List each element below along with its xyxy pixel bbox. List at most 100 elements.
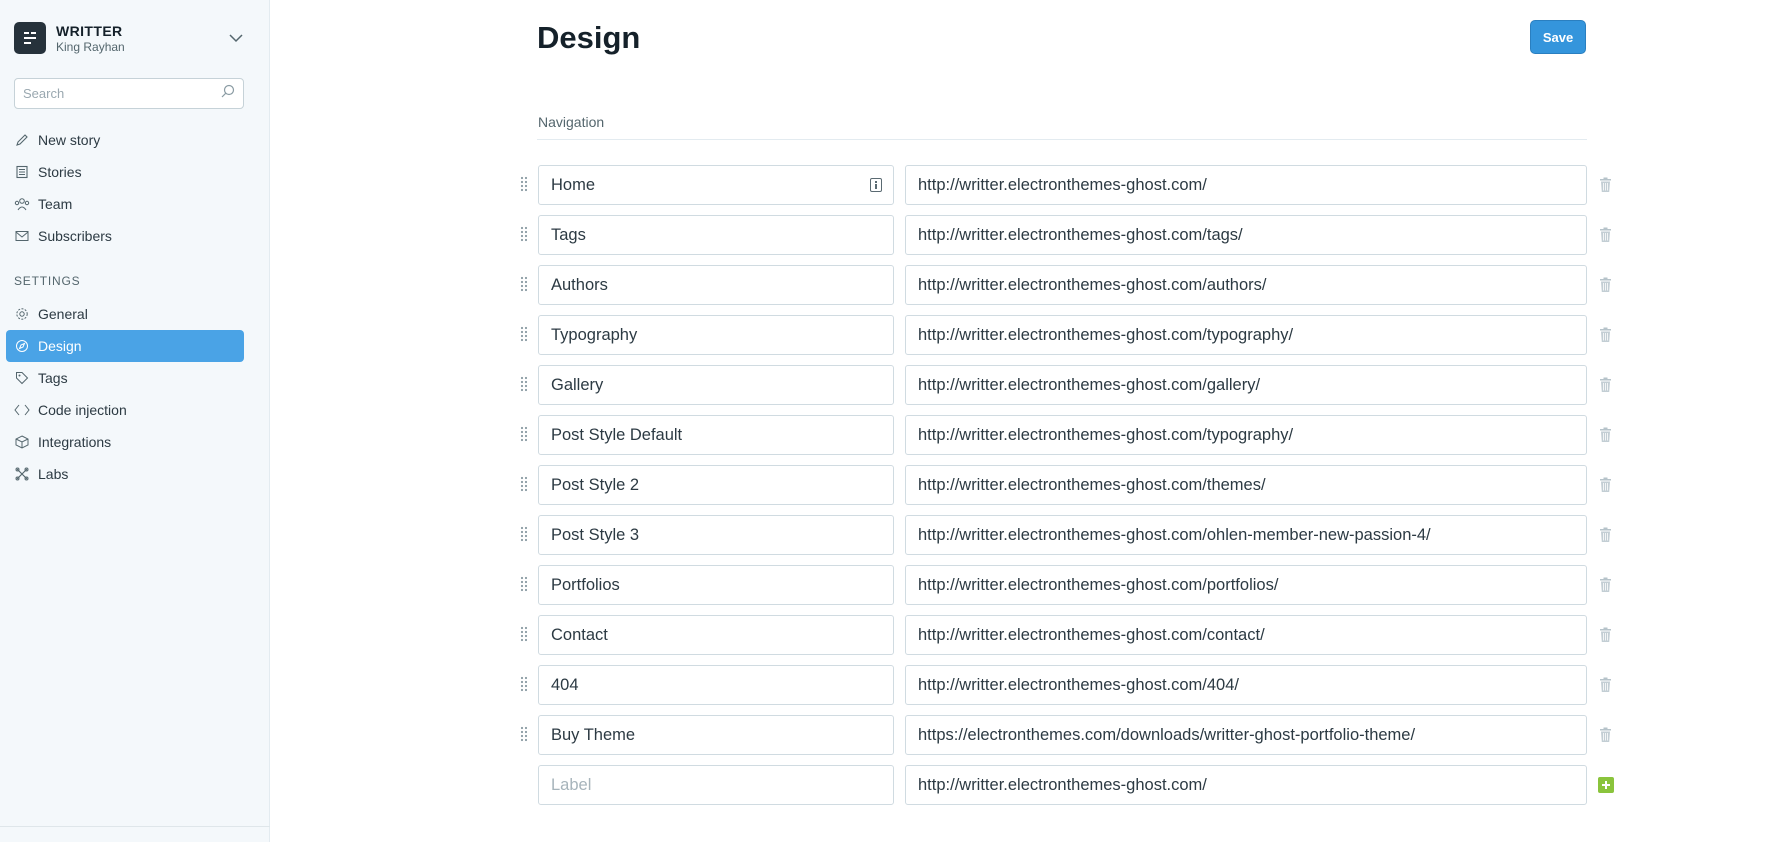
navigation-label-input[interactable] xyxy=(551,325,881,345)
navigation-label-input[interactable] xyxy=(551,575,881,595)
navigation-label-field[interactable] xyxy=(538,365,894,405)
pencil-icon xyxy=(14,132,30,148)
navigation-url-input[interactable] xyxy=(918,425,1574,445)
navigation-label-field[interactable] xyxy=(538,565,894,605)
navigation-url-input[interactable] xyxy=(918,475,1574,495)
navigation-url-field[interactable] xyxy=(905,265,1587,305)
new-url-field[interactable] xyxy=(905,765,1587,805)
trash-icon[interactable] xyxy=(1597,626,1613,644)
sidebar-item-new-story[interactable]: New story xyxy=(6,124,244,156)
navigation-url-field[interactable] xyxy=(905,615,1587,655)
navigation-url-field[interactable] xyxy=(905,715,1587,755)
trash-icon[interactable] xyxy=(1597,526,1613,544)
navigation-label-field[interactable] xyxy=(538,415,894,455)
trash-icon[interactable] xyxy=(1597,226,1613,244)
trash-icon[interactable] xyxy=(1597,426,1613,444)
navigation-url-input[interactable] xyxy=(918,375,1574,395)
navigation-label-input[interactable] xyxy=(551,275,881,295)
navigation-label-field[interactable] xyxy=(538,165,894,205)
navigation-url-field[interactable] xyxy=(905,215,1587,255)
navigation-url-input[interactable] xyxy=(918,575,1574,595)
drag-handle-icon[interactable] xyxy=(519,325,529,343)
trash-icon[interactable] xyxy=(1597,476,1613,494)
navigation-url-input[interactable] xyxy=(918,625,1574,645)
trash-icon[interactable] xyxy=(1597,726,1613,744)
trash-icon[interactable] xyxy=(1597,376,1613,394)
navigation-url-field[interactable] xyxy=(905,315,1587,355)
navigation-label-input[interactable] xyxy=(551,225,881,245)
navigation-label-field[interactable] xyxy=(538,315,894,355)
navigation-label-input[interactable] xyxy=(551,175,881,195)
sidebar-item-stories[interactable]: Stories xyxy=(6,156,244,188)
navigation-url-field[interactable] xyxy=(905,465,1587,505)
info-icon[interactable] xyxy=(870,178,884,194)
drag-handle-icon[interactable] xyxy=(519,275,529,293)
navigation-url-field[interactable] xyxy=(905,165,1587,205)
navigation-url-input[interactable] xyxy=(918,225,1574,245)
navigation-url-input[interactable] xyxy=(918,175,1574,195)
trash-icon[interactable] xyxy=(1597,176,1613,194)
navigation-label-input[interactable] xyxy=(551,625,881,645)
navigation-url-input[interactable] xyxy=(918,275,1574,295)
navigation-label-input[interactable] xyxy=(551,425,881,445)
drag-handle-icon[interactable] xyxy=(519,425,529,443)
navigation-url-input[interactable] xyxy=(918,675,1574,695)
navigation-label-input[interactable] xyxy=(551,675,881,695)
drag-handle-icon[interactable] xyxy=(519,625,529,643)
new-label-field[interactable] xyxy=(538,765,894,805)
navigation-label-input[interactable] xyxy=(551,725,881,745)
navigation-url-field[interactable] xyxy=(905,665,1587,705)
drag-handle-icon[interactable] xyxy=(519,725,529,743)
sidebar-item-general[interactable]: General xyxy=(6,298,244,330)
drag-handle-icon[interactable] xyxy=(519,375,529,393)
navigation-url-input[interactable] xyxy=(918,725,1574,745)
new-url-input[interactable] xyxy=(918,775,1574,795)
trash-icon[interactable] xyxy=(1597,576,1613,594)
plus-icon xyxy=(1602,781,1610,789)
trash-icon[interactable] xyxy=(1597,326,1613,344)
site-switcher[interactable]: WRITTER King Rayhan xyxy=(14,20,244,56)
navigation-url-field[interactable] xyxy=(905,365,1587,405)
search-input[interactable] xyxy=(23,86,221,101)
navigation-label-field[interactable] xyxy=(538,215,894,255)
trash-icon[interactable] xyxy=(1597,276,1613,294)
sidebar-item-code-injection[interactable]: Code injection xyxy=(6,394,244,426)
navigation-url-field[interactable] xyxy=(905,515,1587,555)
navigation-url-input[interactable] xyxy=(918,325,1574,345)
chevron-down-icon[interactable] xyxy=(228,30,244,46)
drag-handle-icon[interactable] xyxy=(519,175,529,193)
drag-handle-icon[interactable] xyxy=(519,575,529,593)
navigation-label-field[interactable] xyxy=(538,665,894,705)
drag-handle-icon[interactable] xyxy=(519,675,529,693)
navigation-label-field[interactable] xyxy=(538,715,894,755)
navigation-label-input[interactable] xyxy=(551,525,881,545)
navigation-url-field[interactable] xyxy=(905,565,1587,605)
navigation-item xyxy=(520,265,1637,315)
trash-icon[interactable] xyxy=(1597,676,1613,694)
drag-handle-icon[interactable] xyxy=(519,225,529,243)
navigation-url-input[interactable] xyxy=(918,525,1574,545)
navigation-label-field[interactable] xyxy=(538,515,894,555)
sidebar-item-design[interactable]: Design xyxy=(6,330,244,362)
search-icon[interactable] xyxy=(221,84,235,103)
sidebar-item-team[interactable]: Team xyxy=(6,188,244,220)
drag-handle-icon[interactable] xyxy=(519,475,529,493)
drag-handle-icon[interactable] xyxy=(519,525,529,543)
navigation-label-field[interactable] xyxy=(538,465,894,505)
navigation-url-field[interactable] xyxy=(905,415,1587,455)
navigation-label-field[interactable] xyxy=(538,265,894,305)
sidebar-item-tags[interactable]: Tags xyxy=(6,362,244,394)
new-label-input[interactable] xyxy=(551,775,881,795)
labs-icon xyxy=(14,466,30,482)
search-box[interactable] xyxy=(14,78,244,109)
new-navigation-item xyxy=(537,765,1637,815)
navigation-label-input[interactable] xyxy=(551,475,881,495)
sidebar-item-integrations[interactable]: Integrations xyxy=(6,426,244,458)
sidebar-item-subscribers[interactable]: Subscribers xyxy=(6,220,244,252)
add-item-button[interactable] xyxy=(1598,777,1614,793)
gear-icon xyxy=(14,306,30,322)
navigation-label-input[interactable] xyxy=(551,375,881,395)
sidebar-item-labs[interactable]: Labs xyxy=(6,458,244,490)
navigation-label-field[interactable] xyxy=(538,615,894,655)
save-button[interactable]: Save xyxy=(1530,20,1586,54)
